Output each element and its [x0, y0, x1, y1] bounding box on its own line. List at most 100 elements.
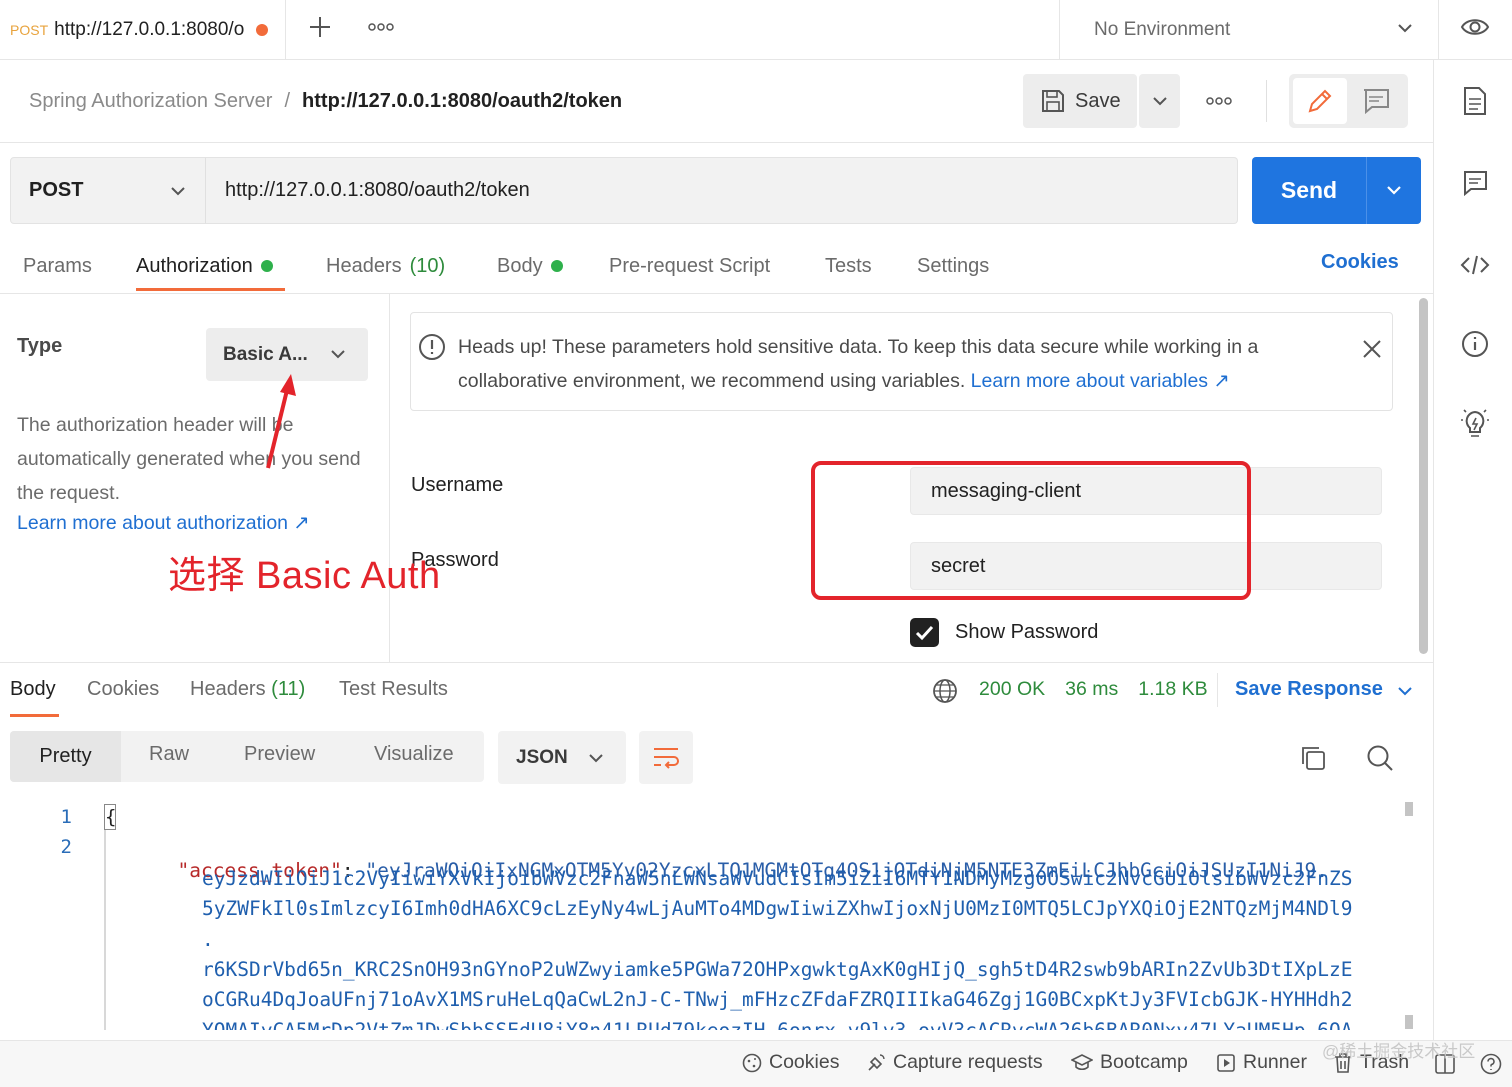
footer-cookies-label: Cookies: [769, 1051, 840, 1073]
unsaved-dot-icon: [256, 24, 269, 36]
info-icon[interactable]: [1461, 330, 1489, 358]
chevron-down-icon: [587, 749, 605, 767]
tab-headers-label: Headers: [326, 254, 402, 277]
annotation-text: 选择 Basic Auth: [168, 555, 441, 597]
new-tab-icon[interactable]: [308, 15, 332, 39]
runner-label: Runner: [1243, 1051, 1307, 1073]
tab-headers-count: (10): [409, 254, 446, 277]
tab-params[interactable]: Params: [23, 251, 92, 281]
alert-icon: [418, 333, 446, 361]
tab-tests-label: Tests: [825, 254, 872, 277]
send-dropdown-button[interactable]: [1366, 157, 1421, 224]
capture-requests-label: Capture requests: [893, 1051, 1043, 1073]
tab-settings-label: Settings: [917, 254, 990, 277]
tab-settings[interactable]: Settings: [917, 251, 989, 281]
comments-icon[interactable]: [1462, 170, 1488, 196]
eye-icon[interactable]: [1460, 14, 1490, 40]
format-preview-button[interactable]: Preview: [244, 743, 315, 766]
copy-icon[interactable]: [1300, 745, 1326, 771]
capture-requests-button[interactable]: Capture requests: [866, 1051, 1043, 1074]
tab-authorization[interactable]: Authorization: [136, 251, 273, 281]
more-actions-icon[interactable]: [1206, 95, 1234, 107]
chevron-down-icon: [1396, 682, 1414, 700]
request-tab[interactable]: POST http://127.0.0.1:8080/oauth2/token: [0, 0, 286, 60]
breadcrumb: Spring Authorization Server / http://127…: [29, 86, 622, 116]
format-pretty-button[interactable]: Pretty: [10, 731, 121, 782]
right-sidebar: [1433, 60, 1512, 1040]
url-input[interactable]: http://127.0.0.1:8080/oauth2/token: [205, 157, 1238, 224]
response-tab-cookies[interactable]: Cookies: [87, 678, 159, 701]
format-visualize-button[interactable]: Visualize: [374, 743, 454, 766]
opening-brace: {: [104, 804, 117, 830]
search-icon[interactable]: [1366, 744, 1394, 772]
breadcrumb-request[interactable]: http://127.0.0.1:8080/oauth2/token: [302, 90, 622, 113]
more-tabs-icon[interactable]: [368, 20, 396, 34]
breadcrumb-separator: /: [284, 89, 291, 112]
show-password-checkbox[interactable]: Show Password: [910, 618, 1098, 647]
cookies-link[interactable]: Cookies: [1321, 251, 1399, 274]
code-scrollbar-bottom[interactable]: [1405, 1015, 1413, 1029]
tab-prerequest-label: Pre-request Script: [609, 254, 771, 277]
auth-panel-scrollbar[interactable]: [1419, 298, 1428, 654]
watermark-text: @稀土掘金技术社区: [1322, 1042, 1476, 1061]
checkbox-checked-icon: [910, 618, 939, 647]
response-time[interactable]: 36 ms: [1065, 678, 1118, 701]
code-line: eyJzdWIiOiJ1c2VyIiwiYXVkIjoibWVzc2FnaW5n…: [202, 867, 1353, 890]
auth-type-label: Type: [17, 335, 63, 357]
environment-select[interactable]: No Environment: [1059, 0, 1439, 60]
code-scrollbar-top[interactable]: [1405, 802, 1413, 816]
help-icon[interactable]: [1480, 1053, 1502, 1075]
documentation-icon[interactable]: [1463, 86, 1487, 116]
wrap-lines-button[interactable]: [639, 731, 693, 784]
send-button-label: Send: [1280, 177, 1338, 203]
footer-cookies-button[interactable]: Cookies: [742, 1051, 839, 1074]
line-number: 2: [60, 836, 72, 858]
learn-more-variables-link[interactable]: Learn more about variables ↗: [971, 370, 1230, 392]
pencil-icon: [1308, 89, 1332, 113]
tab-tests[interactable]: Tests: [825, 251, 872, 281]
response-size[interactable]: 1.18 KB: [1138, 678, 1207, 701]
format-raw-button[interactable]: Raw: [149, 743, 189, 766]
request-tab-method: POST: [10, 22, 49, 38]
save-response-button[interactable]: Save Response: [1235, 678, 1383, 701]
save-button-label: Save: [1075, 89, 1121, 112]
response-tab-test-results[interactable]: Test Results: [339, 678, 448, 701]
header-divider: [1266, 80, 1267, 122]
send-button[interactable]: Send: [1252, 157, 1366, 224]
save-dropdown-button[interactable]: [1139, 74, 1180, 128]
header-divider-line: [0, 142, 1433, 143]
close-icon[interactable]: [1362, 339, 1382, 359]
status-code[interactable]: 200 OK: [979, 678, 1045, 701]
username-label: Username: [411, 474, 504, 496]
save-button[interactable]: Save: [1023, 74, 1137, 128]
response-active-tab-underline: [10, 714, 59, 717]
chevron-down-icon: [1387, 186, 1401, 195]
code-icon[interactable]: [1460, 253, 1490, 277]
globe-icon[interactable]: [932, 678, 958, 704]
response-tab-headers[interactable]: Headers (11): [190, 678, 305, 701]
active-indicator-icon: [260, 260, 273, 272]
lightbulb-icon[interactable]: [1461, 408, 1489, 440]
request-tab-url: http://127.0.0.1:8080/oauth2/token: [54, 19, 245, 40]
environment-label: No Environment: [1094, 19, 1231, 40]
tabs-divider-line: [0, 293, 1433, 294]
language-value: JSON: [516, 746, 568, 768]
runner-button[interactable]: Runner: [1216, 1051, 1307, 1074]
tab-body[interactable]: Body: [497, 251, 563, 281]
response-tab-headers-label: Headers: [190, 678, 266, 700]
code-line: YOMAIyCA5MrDp2VtZmJDwSbbSSEdU8iY8n41LRUd…: [202, 1019, 1353, 1030]
response-tab-body[interactable]: Body: [10, 678, 56, 701]
edit-mode-button[interactable]: [1293, 78, 1347, 124]
breadcrumb-collection[interactable]: Spring Authorization Server: [29, 90, 272, 113]
learn-more-authorization-link[interactable]: Learn more about authorization ↗: [17, 511, 310, 535]
annotation-highlight-box: [811, 461, 1251, 600]
tab-prerequest-script[interactable]: Pre-request Script: [609, 251, 770, 281]
auth-description: The authorization header will be automat…: [17, 414, 361, 504]
runner-icon: [1217, 1053, 1235, 1072]
status-divider: [1217, 673, 1218, 707]
bootcamp-button[interactable]: Bootcamp: [1071, 1051, 1188, 1074]
comment-mode-icon[interactable]: [1362, 88, 1390, 114]
language-select[interactable]: JSON: [498, 731, 626, 784]
tab-headers[interactable]: Headers (10): [326, 251, 445, 281]
code-line: oCGRu4DqJoaUFnj71oAvX1MSruHeLqQaCwL2nJ-C…: [202, 988, 1353, 1011]
